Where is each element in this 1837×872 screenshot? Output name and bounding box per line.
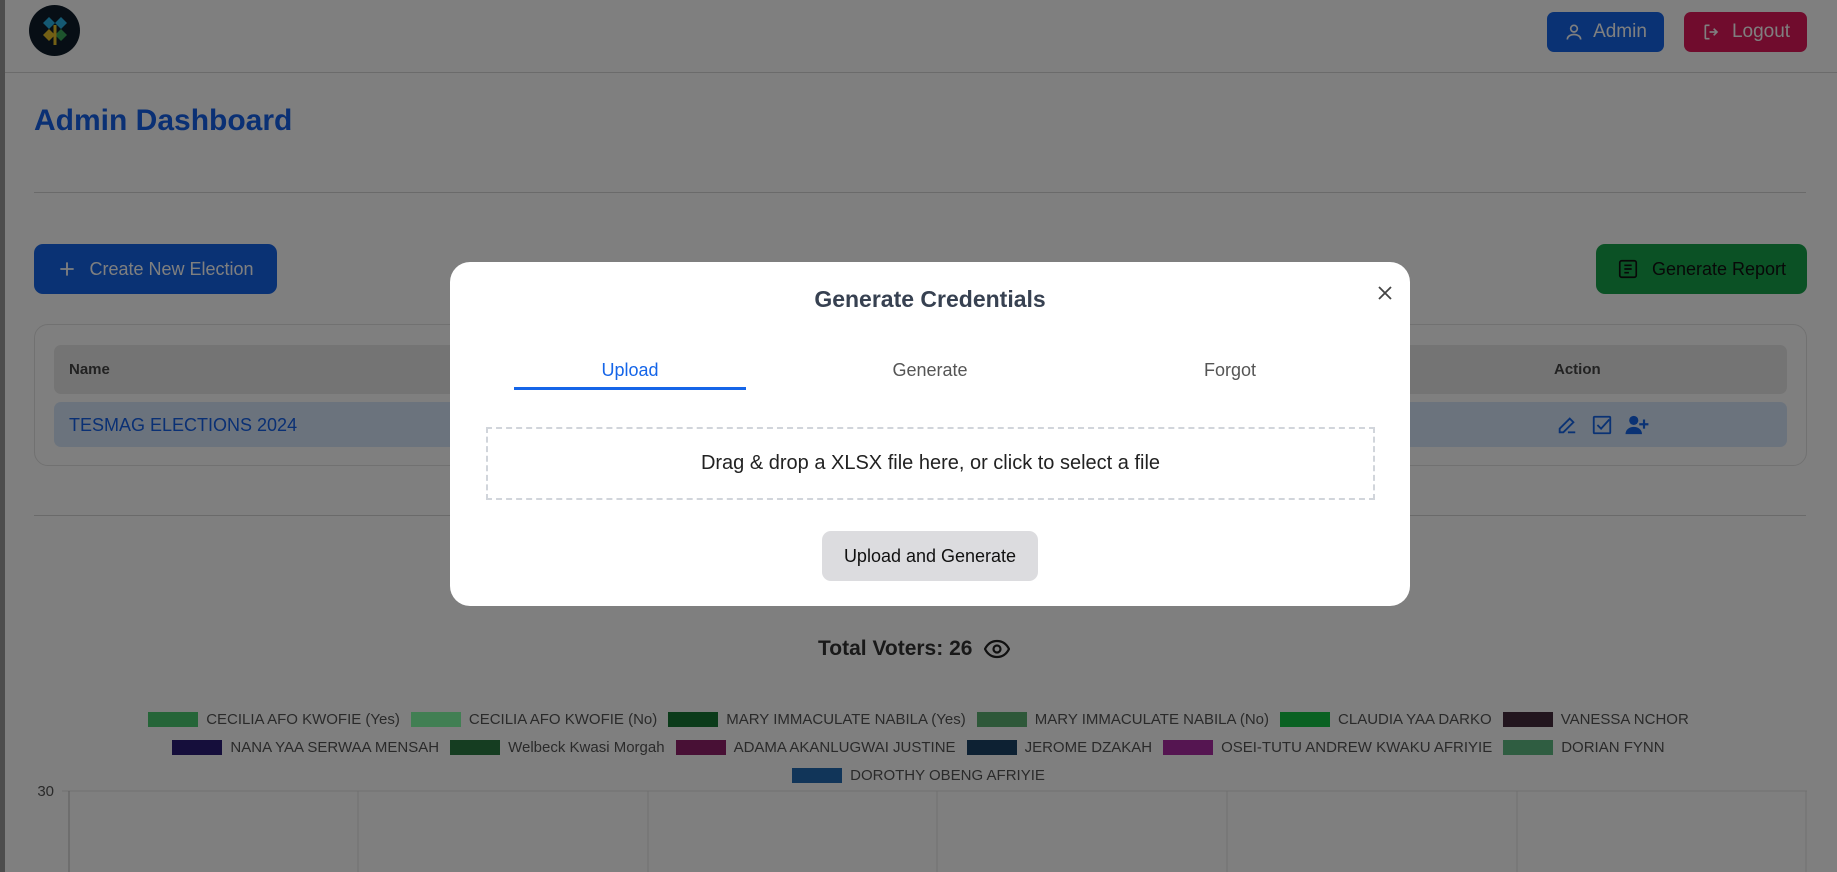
file-dropzone[interactable]: Drag & drop a XLSX file here, or click t… bbox=[486, 427, 1375, 500]
active-tab-indicator bbox=[514, 387, 746, 390]
upload-and-generate-button[interactable]: Upload and Generate bbox=[822, 531, 1038, 581]
tab-generate[interactable]: Generate bbox=[814, 360, 1046, 381]
generate-credentials-modal: Generate Credentials Upload Generate For… bbox=[450, 262, 1410, 606]
tab-upload[interactable]: Upload bbox=[514, 360, 746, 381]
modal-title: Generate Credentials bbox=[814, 286, 1046, 312]
tab-forgot[interactable]: Forgot bbox=[1114, 360, 1346, 381]
dropzone-text: Drag & drop a XLSX file here, or click t… bbox=[700, 452, 1161, 474]
